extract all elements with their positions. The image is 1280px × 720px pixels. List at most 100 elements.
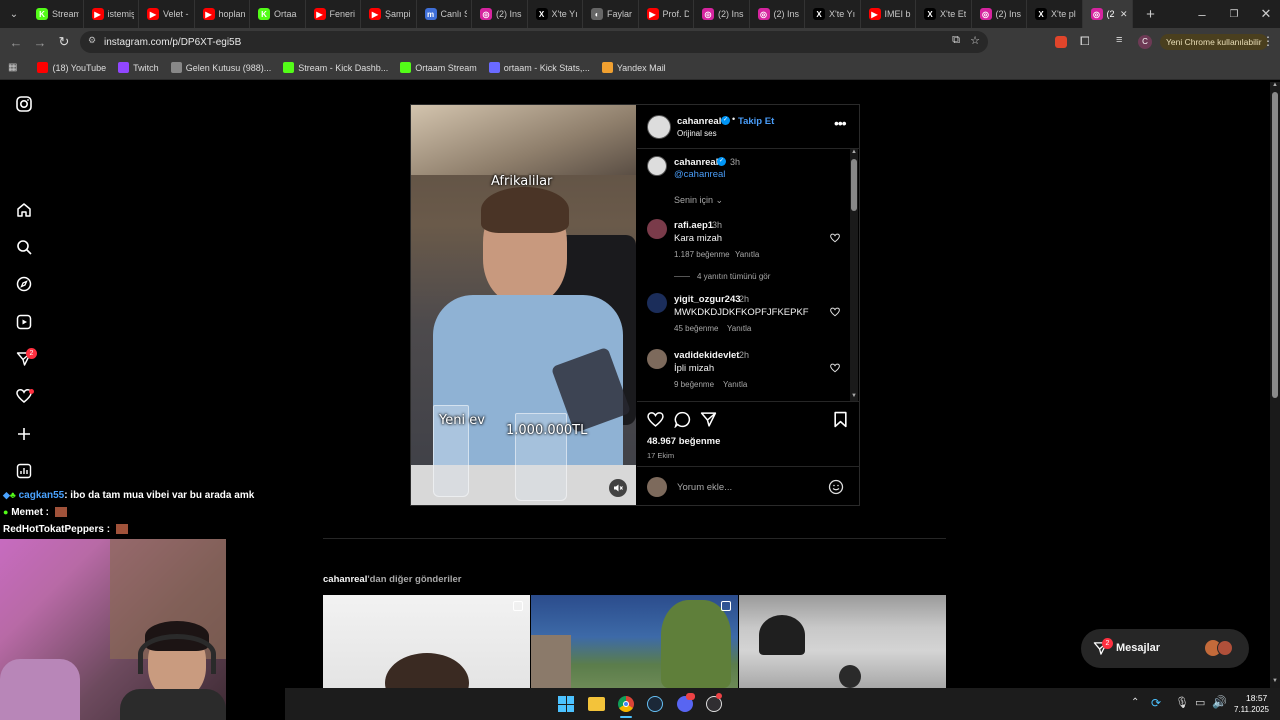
comment-username[interactable]: vadidekidevlet [674, 350, 739, 361]
mute-icon[interactable] [609, 479, 627, 497]
install-app-icon[interactable]: ⧉ [952, 34, 960, 47]
instagram-logo-icon[interactable] [15, 95, 33, 113]
author-avatar[interactable] [647, 115, 671, 139]
comment-reply-button[interactable]: Yanıtla [735, 250, 759, 259]
browser-tab[interactable]: ◎ (2) Ins [472, 0, 528, 28]
volume-icon[interactable]: 🔊 [1212, 695, 1227, 709]
back-icon[interactable]: ← [4, 30, 28, 54]
dashboard-icon[interactable] [15, 462, 33, 480]
view-replies-link[interactable]: 4 yanıtın tümünü gör [697, 272, 770, 281]
caption-avatar[interactable] [647, 156, 667, 176]
page-scroll-down[interactable]: ▼ [1272, 678, 1278, 684]
page-scrollbar[interactable]: ▲ ▼ [1270, 82, 1280, 688]
browser-tab[interactable]: X X'te Yı [805, 0, 861, 28]
explore-icon[interactable] [15, 275, 33, 293]
close-tab-icon[interactable]: ✕ [1120, 9, 1128, 20]
bookmark-item[interactable]: ortaam - Kick Stats,... [488, 62, 590, 73]
more-options-icon[interactable]: ••• [834, 115, 847, 131]
network-icon[interactable]: ▭ [1195, 696, 1205, 709]
original-audio-link[interactable]: Orijinal ses [677, 129, 717, 138]
comment-like-icon[interactable] [830, 307, 840, 317]
bookmark-item[interactable]: Yandex Mail [601, 62, 666, 73]
caption-username[interactable]: cahanreal [674, 157, 718, 168]
update-chrome-button[interactable]: Yeni Chrome kullanılabilir [1160, 34, 1268, 50]
comment-username[interactable]: rafi.aep1 [674, 220, 713, 231]
browser-tab[interactable]: X X'te Yı [528, 0, 583, 28]
start-icon[interactable] [558, 696, 574, 712]
browser-tab[interactable]: ◐ Faylar [583, 0, 639, 28]
tray-sync-icon[interactable]: ⟳ [1151, 696, 1161, 710]
browser-tab[interactable]: X X'te pl [1027, 0, 1083, 28]
scroll-thumb[interactable] [851, 159, 857, 211]
extensions-icon[interactable]: ⧠ [1080, 34, 1090, 49]
sort-dropdown[interactable]: Senin için ⌄ [674, 195, 723, 206]
page-scroll-thumb[interactable] [1272, 92, 1278, 398]
comment-likes[interactable]: 45 beğenme [674, 324, 718, 333]
follow-button[interactable]: Takip Et [738, 116, 774, 127]
bookmark-item[interactable]: Ortaam Stream [400, 62, 477, 73]
emoji-icon[interactable] [828, 479, 844, 495]
comment-username[interactable]: yigit_ozgur243 [674, 294, 741, 305]
comment-like-icon[interactable] [830, 233, 840, 243]
clock-time[interactable]: 18:57 [1246, 693, 1267, 703]
post-thumbnail[interactable] [323, 595, 530, 688]
reel-video[interactable]: Afrikalilar Yeni ev 1.000.000TL [411, 105, 636, 505]
browser-tab[interactable]: ▶ istemiş [84, 0, 139, 28]
bookmark-item[interactable]: Gelen Kutusu (988)... [170, 62, 271, 73]
comment-like-icon[interactable] [830, 363, 840, 373]
comment-icon[interactable] [674, 411, 691, 428]
reading-list-icon[interactable]: ≡ [1116, 34, 1122, 46]
browser-tab[interactable]: ▶ IMEI b [861, 0, 916, 28]
chrome-taskbar-icon[interactable] [618, 696, 634, 712]
more-posts-username[interactable]: cahanreal [323, 574, 367, 585]
scroll-down-arrow[interactable]: ▼ [851, 393, 857, 399]
forward-icon[interactable]: → [28, 30, 52, 54]
browser-tab[interactable]: ▶ Velet - [139, 0, 195, 28]
browser-tab[interactable]: ◎ (2) Ins [750, 0, 805, 28]
caption-mention[interactable]: @cahanreal [674, 169, 725, 180]
browser-tab[interactable]: ◎ (2 ✕ [1082, 0, 1133, 28]
tray-overflow-icon[interactable]: ⌃ [1131, 697, 1139, 708]
file-explorer-icon[interactable] [588, 697, 605, 711]
comment-reply-button[interactable]: Yanıtla [723, 380, 747, 389]
browser-tab[interactable]: mCanlı S [417, 0, 472, 28]
browser-tab[interactable]: ◎ (2) Ins [972, 0, 1027, 28]
comment-avatar[interactable] [647, 219, 667, 239]
close-window-icon[interactable]: ✕ [1254, 2, 1278, 26]
comment-reply-button[interactable]: Yanıtla [727, 324, 751, 333]
reload-icon[interactable]: ↻ [52, 30, 76, 54]
bookmark-item[interactable]: Twitch [118, 62, 159, 73]
comment-likes[interactable]: 9 beğenme [674, 380, 714, 389]
restore-icon[interactable]: ❐ [1222, 2, 1246, 26]
likes-count[interactable]: 48.967 beğenme [647, 436, 720, 447]
author-username[interactable]: cahanreal [677, 116, 721, 127]
new-tab-icon[interactable]: + [1139, 2, 1163, 26]
scroll-up-arrow[interactable]: ▲ [851, 149, 857, 155]
clock-date[interactable]: 7.11.2025 [1234, 705, 1269, 714]
extension-red-icon[interactable] [1055, 36, 1067, 48]
apps-grid-icon[interactable]: ▦ [8, 62, 17, 73]
like-icon[interactable] [647, 411, 664, 428]
browser-tab[interactable]: ▶ Prof. D [639, 0, 694, 28]
minimize-icon[interactable]: – [1190, 2, 1214, 26]
microphone-icon[interactable]: 🎙 [1175, 696, 1189, 709]
browser-tab[interactable]: ▶ Şampi [361, 0, 417, 28]
comment-likes[interactable]: 1.187 beğenme [674, 250, 730, 259]
site-info-icon[interactable]: ⚙ [88, 35, 96, 46]
create-icon[interactable] [15, 425, 33, 443]
messages-widget[interactable]: 2 Mesajlar [1081, 629, 1249, 668]
comment-avatar[interactable] [647, 293, 667, 313]
steam-icon[interactable] [647, 696, 663, 712]
comments-scrollbar[interactable]: ▲ ▼ [850, 149, 858, 401]
chrome-menu-icon[interactable]: ⋮ [1262, 34, 1274, 48]
bookmark-item[interactable]: (18) YouTube [37, 62, 106, 73]
bookmark-star-icon[interactable]: ☆ [970, 34, 980, 47]
save-icon[interactable] [833, 411, 848, 428]
bookmark-item[interactable]: Stream - Kick Dashb... [283, 62, 388, 73]
profile-avatar[interactable]: C [1138, 35, 1152, 49]
share-icon[interactable] [700, 411, 717, 428]
browser-tab[interactable]: ▶ Feneri [306, 0, 361, 28]
tab-search-icon[interactable]: ⌄ [0, 2, 28, 26]
browser-tab[interactable]: ▶ hoplan [195, 0, 250, 28]
post-thumbnail[interactable] [739, 595, 946, 688]
